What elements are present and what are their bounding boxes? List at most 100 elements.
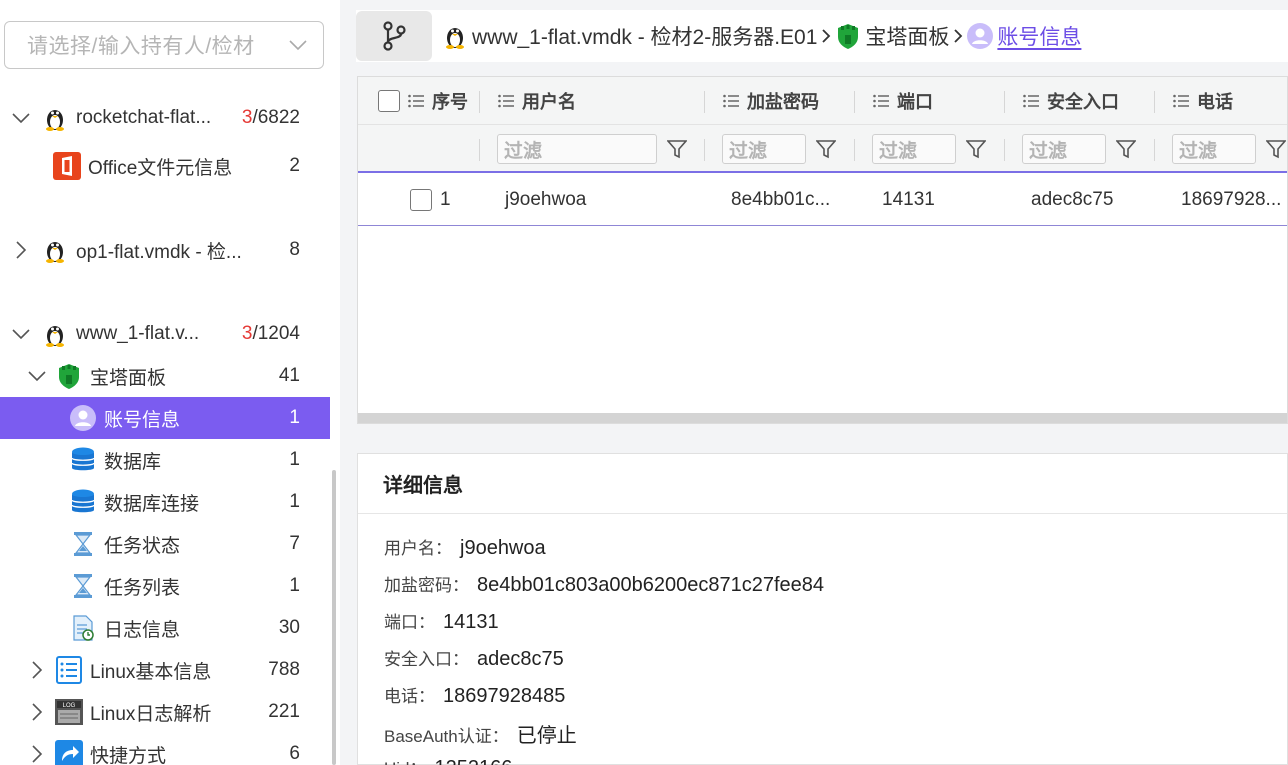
tree-item-count: 8 — [289, 239, 300, 260]
chevron-right-icon[interactable] — [26, 701, 48, 723]
detail-field-entry: 安全入口： adec8c75 — [384, 648, 564, 670]
tree-item-label: op1-flat.vmdk - 检... — [76, 241, 242, 263]
breadcrumb-current-label: 账号信息 — [997, 26, 1082, 49]
tree-item-label: 日志信息 — [104, 619, 181, 641]
filter-username: 过滤 — [497, 134, 691, 164]
tree-item-account[interactable]: 账号信息 1 — [0, 397, 330, 439]
filter-input[interactable]: 过滤 — [872, 134, 956, 164]
detail-field-username: 用户名： j9oehwoa — [384, 537, 546, 559]
cell-index: 1 — [440, 189, 451, 210]
tree-item-database[interactable]: 数据库 1 — [0, 439, 330, 481]
tree-item-linux-log[interactable]: LOG Linux日志解析 221 — [0, 691, 330, 733]
breadcrumb-evidence[interactable]: www_1-flat.vmdk - 检材2-服务器.E01 — [442, 21, 817, 51]
tree-item-count: 1 — [289, 449, 300, 470]
filter-input[interactable]: 过滤 — [1172, 134, 1256, 164]
tree-item-label: 宝塔面板 — [90, 367, 167, 389]
tree-item-shortcut[interactable]: 快捷方式 6 — [0, 733, 330, 765]
column-separator[interactable] — [1004, 91, 1005, 113]
tree-item-log-info[interactable]: 日志信息 30 — [0, 607, 330, 649]
detail-field-salted-password: 加盐密码： 8e4bb01c803a00b6200ec871c27fee84 — [384, 574, 825, 596]
hourglass-icon — [68, 529, 98, 559]
chevron-right-icon[interactable] — [10, 239, 32, 261]
tree-item-linux-basic[interactable]: Linux基本信息 788 — [0, 649, 330, 691]
column-separator[interactable] — [854, 91, 855, 113]
tree-item-count: 1 — [289, 407, 300, 428]
list-icon — [1173, 94, 1189, 108]
detail-field-uid: Uid：1252166 — [384, 754, 512, 765]
tree-item-count: 3/1204 — [241, 323, 300, 344]
breadcrumb-current[interactable]: 账号信息 — [967, 21, 1081, 51]
filter-input[interactable]: 过滤 — [1022, 134, 1106, 164]
chevron-right-icon[interactable] — [26, 659, 48, 681]
filter-input[interactable]: 过滤 — [497, 134, 657, 164]
tree-item-label: Linux日志解析 — [90, 703, 212, 725]
tree-item-label: 数据库 — [104, 451, 162, 473]
breadcrumb-panel-label: 宝塔面板 — [865, 26, 950, 49]
filter-icon[interactable] — [663, 135, 691, 163]
column-header-username[interactable]: 用户名 — [498, 77, 576, 125]
tree-item-task-status[interactable]: 任务状态 7 — [0, 523, 330, 565]
tree-item-dbconn[interactable]: 数据库连接 1 — [0, 481, 330, 523]
tree-item-count: 1 — [289, 491, 300, 512]
select-all-checkbox[interactable] — [378, 77, 400, 125]
tree-item-count: 6 — [289, 743, 300, 764]
column-separator — [479, 139, 480, 161]
filter-icon[interactable] — [812, 135, 840, 163]
horizontal-scrollbar[interactable] — [358, 413, 1287, 423]
breadcrumb-panel[interactable]: 宝塔面板 — [835, 21, 949, 51]
column-separator[interactable] — [1154, 91, 1155, 113]
detail-field-baseauth: BaseAuth认证： 已停止 — [384, 725, 577, 747]
tree-item-label: 任务状态 — [104, 535, 181, 557]
filter-icon[interactable] — [962, 135, 990, 163]
tree-item-baota[interactable]: 宝塔面板 41 — [0, 355, 330, 397]
log-doc-icon — [68, 613, 98, 643]
tree-item-count: 7 — [289, 533, 300, 554]
tree-item-label: rocketchat-flat... — [76, 107, 212, 128]
column-separator[interactable] — [479, 91, 480, 113]
database-icon — [68, 445, 98, 475]
tree-item-office[interactable]: Office文件元信息 2 — [0, 145, 330, 187]
filter-icon[interactable] — [1262, 135, 1287, 163]
filter-input[interactable]: 过滤 — [722, 134, 806, 164]
branch-icon — [383, 21, 406, 51]
linux-penguin-icon — [40, 103, 70, 133]
filter-port: 过滤 — [872, 134, 990, 164]
cell-username: j9oehwoa — [505, 189, 587, 210]
tree-item-count: 3/6822 — [241, 107, 300, 128]
tree-item-rocketchat[interactable]: rocketchat-flat... 3/6822 — [0, 97, 330, 139]
column-header-port[interactable]: 端口 — [873, 77, 933, 125]
user-avatar-icon — [68, 403, 98, 433]
list-icon — [873, 94, 889, 108]
svg-text:LOG: LOG — [63, 703, 76, 709]
row-checkbox[interactable] — [410, 175, 432, 225]
column-separator — [1154, 139, 1155, 161]
chevron-down-icon[interactable] — [287, 34, 309, 56]
column-header-entry[interactable]: 安全入口 — [1023, 77, 1119, 125]
column-header-phone[interactable]: 电话 — [1173, 77, 1233, 125]
office-icon — [52, 151, 82, 181]
tree-item-count: 1 — [289, 575, 300, 596]
holder-search-select[interactable]: 请选择/输入持有人/检材 — [4, 21, 324, 69]
table-row[interactable]: 1 j9oehwoa 8e4bb01c... 14131 adec8c75 18… — [358, 175, 1287, 226]
filter-phone: 过滤 — [1172, 134, 1287, 164]
chevron-down-icon[interactable] — [10, 323, 32, 345]
baota-shield-icon — [835, 22, 861, 50]
tree-item-label: 任务列表 — [104, 577, 181, 599]
log-tile-icon: LOG — [54, 697, 84, 727]
tree-item-task-list[interactable]: 任务列表 1 — [0, 565, 330, 607]
branch-button[interactable] — [356, 11, 432, 61]
chevron-down-icon[interactable] — [26, 365, 48, 387]
chevron-down-icon[interactable] — [10, 107, 32, 129]
tree-item-www1[interactable]: www_1-flat.v... 3/1204 — [0, 313, 330, 355]
tree-item-count: 221 — [268, 701, 300, 722]
sidebar-scrollbar[interactable] — [332, 470, 336, 765]
tree-item-count: 30 — [278, 617, 300, 638]
tree-item-label: 快捷方式 — [90, 745, 167, 765]
column-header-index[interactable]: 序号 — [408, 77, 468, 125]
hourglass-icon — [68, 571, 98, 601]
tree-item-op1[interactable]: op1-flat.vmdk - 检... 8 — [0, 229, 330, 271]
filter-icon[interactable] — [1112, 135, 1140, 163]
column-header-salted-password[interactable]: 加盐密码 — [723, 77, 819, 125]
column-separator[interactable] — [704, 91, 705, 113]
chevron-right-icon[interactable] — [26, 743, 48, 765]
